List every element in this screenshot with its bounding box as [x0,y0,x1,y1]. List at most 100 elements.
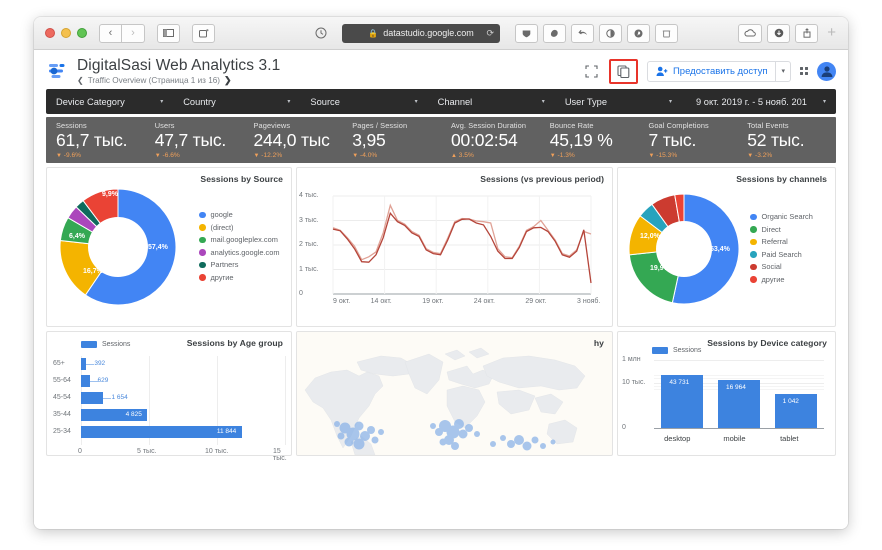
share-dropdown-caret[interactable]: ▾ [775,61,790,81]
icloud-icon[interactable] [738,23,763,43]
pinterest-ext-icon[interactable] [627,23,650,43]
chevron-down-icon[interactable]: ▾ [287,98,290,105]
camera-ext-icon[interactable] [599,23,622,43]
kpi-delta-arrow: ▼ [253,153,260,159]
kpi-value: 47,7 тыс. [154,130,227,150]
chart-sessions-by-source[interactable]: Sessions by Source 57,4% 16,7% 6,4% 9,9%… [46,167,292,327]
legend-item[interactable]: mail.googleplex.com [199,235,278,245]
filter-label: User Type [564,96,608,107]
y-tick-label: 10 тыс. [622,378,646,386]
chevron-down-icon[interactable]: ▾ [160,98,163,105]
chevron-down-icon[interactable]: ▾ [823,98,826,105]
chevron-right-icon[interactable]: ❯ [224,75,232,86]
legend-item[interactable]: (direct) [199,223,277,233]
user-avatar-icon[interactable] [817,61,836,81]
chart-legend: google (direct) mail.googleplex.com anal… [199,210,280,285]
filter-date-range[interactable]: 9 окт. 2019 г. - 5 нояб. 201 ▾ [682,89,836,114]
kpi-value: 45,19 % [549,130,613,150]
kpi-value: 52 тыс. [747,130,805,150]
share-button[interactable]: Предоставить доступ ▾ [646,60,791,82]
back-chevron-icon[interactable]: ‹ [99,23,122,43]
filter-source[interactable]: Source ▾ [300,89,427,114]
chart-sessions-by-channels[interactable]: Sessions by channels 53,4% 19,9% 12,0% O… [617,167,836,327]
bar[interactable] [81,392,104,404]
chevron-down-icon[interactable]: ▾ [542,98,545,105]
chart-sessions-by-age-group[interactable]: Sessions by Age group Sessions 0 5 тыс. 10… [46,331,292,462]
legend-item[interactable]: другие [199,273,277,283]
chevron-left-icon[interactable]: ❮ [77,76,84,85]
x-tick-label: 3 нояб. [577,298,601,305]
sidebar-toggle-icon[interactable] [157,23,180,43]
extension-buttons[interactable] [515,23,678,43]
address-bar[interactable]: 🔒 datastudio.google.com ⟳ [342,23,500,43]
shield-ext-icon[interactable] [515,23,538,43]
page-title: DigitalSasi Web Analytics 3.1 [77,56,281,74]
legend-item[interactable]: Social [750,262,813,272]
legend-item[interactable]: Organic Search [750,212,813,222]
legend-label: (direct) [210,222,234,232]
close-window-button[interactable] [45,28,55,38]
minimize-window-button[interactable] [61,28,71,38]
filter-channel[interactable]: Channel ▾ [428,89,555,114]
legend-item[interactable]: другие [750,275,813,285]
maximize-window-button[interactable] [77,28,87,38]
slice-label-referral: 12,0% [640,233,660,240]
chart-sessions-vs-previous-period[interactable]: Sessions (vs previous period) 0 1 тыс. 2 т… [296,167,613,327]
trash-ext-icon[interactable] [655,23,678,43]
new-tab-button[interactable]: + [823,24,840,43]
legend-item[interactable]: Paid Search [750,250,813,260]
bar-value-label: 629 [97,377,109,384]
share-button-main[interactable]: Предоставить доступ [648,62,776,81]
copy-report-button-highlight[interactable] [608,58,638,84]
y-tick-label: 4 тыс. [299,192,319,199]
legend-item[interactable]: analytics.google.com [199,247,280,258]
y-tick-label: 0 [299,290,303,297]
kpi-delta-arrow: ▼ [648,153,655,159]
filter-device-category[interactable]: Device Category ▾ [46,89,173,114]
bar-value-label: 16 964 [726,384,746,392]
kpi-label: Pages / Session [352,121,408,130]
legend-item[interactable]: google [199,210,277,220]
kpi-value: 00:02:54 [451,130,518,150]
tab-overview-icon[interactable] [192,23,215,43]
share-icon[interactable] [795,23,819,43]
history-clock-icon[interactable] [309,24,332,43]
filter-bar: Device Category ▾ Country ▾ Source ▾ Cha… [46,89,836,114]
x-tick-label: 5 тыс. [137,448,157,455]
kpi-label: Users [154,121,175,130]
legend-label: Partners [210,260,239,269]
x-tick-label: 10 тыс. [205,448,229,455]
apps-grid-icon[interactable] [800,67,808,75]
bar-value-label: 1 654 [111,394,128,401]
chevron-down-icon[interactable]: ▾ [415,98,418,105]
kpi-delta: ▲ 3.5% [451,152,540,160]
breadcrumb: ❮ Traffic Overview (Страница 1 из 16) ❯ [77,75,280,86]
legend-item[interactable]: Direct [750,225,813,235]
chart-sessions-by-geography[interactable]: Sessions by Geography [296,331,613,456]
kpi-bounce-rate: Bounce Rate 45,19 % ▼ -1.3% [540,117,639,163]
forward-chevron-icon[interactable]: › [122,23,145,43]
download-icon[interactable] [767,23,791,43]
legend-label: analytics.google.com [210,247,280,257]
chart-sessions-by-device-category[interactable]: Sessions by Device category Sessions 1 м… [617,331,836,456]
navigation-buttons[interactable]: ‹ › [99,23,145,43]
legend-item[interactable]: Referral [750,237,813,247]
reload-icon[interactable]: ⟳ [486,28,494,39]
blob-ext-icon[interactable] [543,23,566,43]
screenshot-root: ‹ › 🔒 datastudio.google.com ⟳ + DigitalS… [0,0,882,550]
copy-duplicate-icon[interactable] [615,63,632,80]
arrow-ext-icon[interactable] [571,23,594,43]
slice-label-organic: 53,4% [710,246,730,253]
kpi-pages-per-session: Pages / Session 3,95 ▼ -4.0% [342,117,441,163]
chevron-down-icon[interactable]: ▾ [669,98,672,105]
filter-country[interactable]: Country ▾ [173,89,300,114]
bar[interactable] [81,375,90,387]
browser-right-tools[interactable]: + [738,23,840,43]
fullscreen-icon[interactable] [583,63,600,80]
window-controls[interactable] [42,28,87,38]
kpi-avg-session-duration: Avg. Session Duration 00:02:54 ▲ 3.5% [441,117,540,163]
legend-label: mail.googleplex.com [210,235,278,244]
legend-item[interactable]: Partners [199,260,277,270]
filter-user-type[interactable]: User Type ▾ [555,89,682,114]
kpi-delta-arrow: ▲ [451,153,457,159]
